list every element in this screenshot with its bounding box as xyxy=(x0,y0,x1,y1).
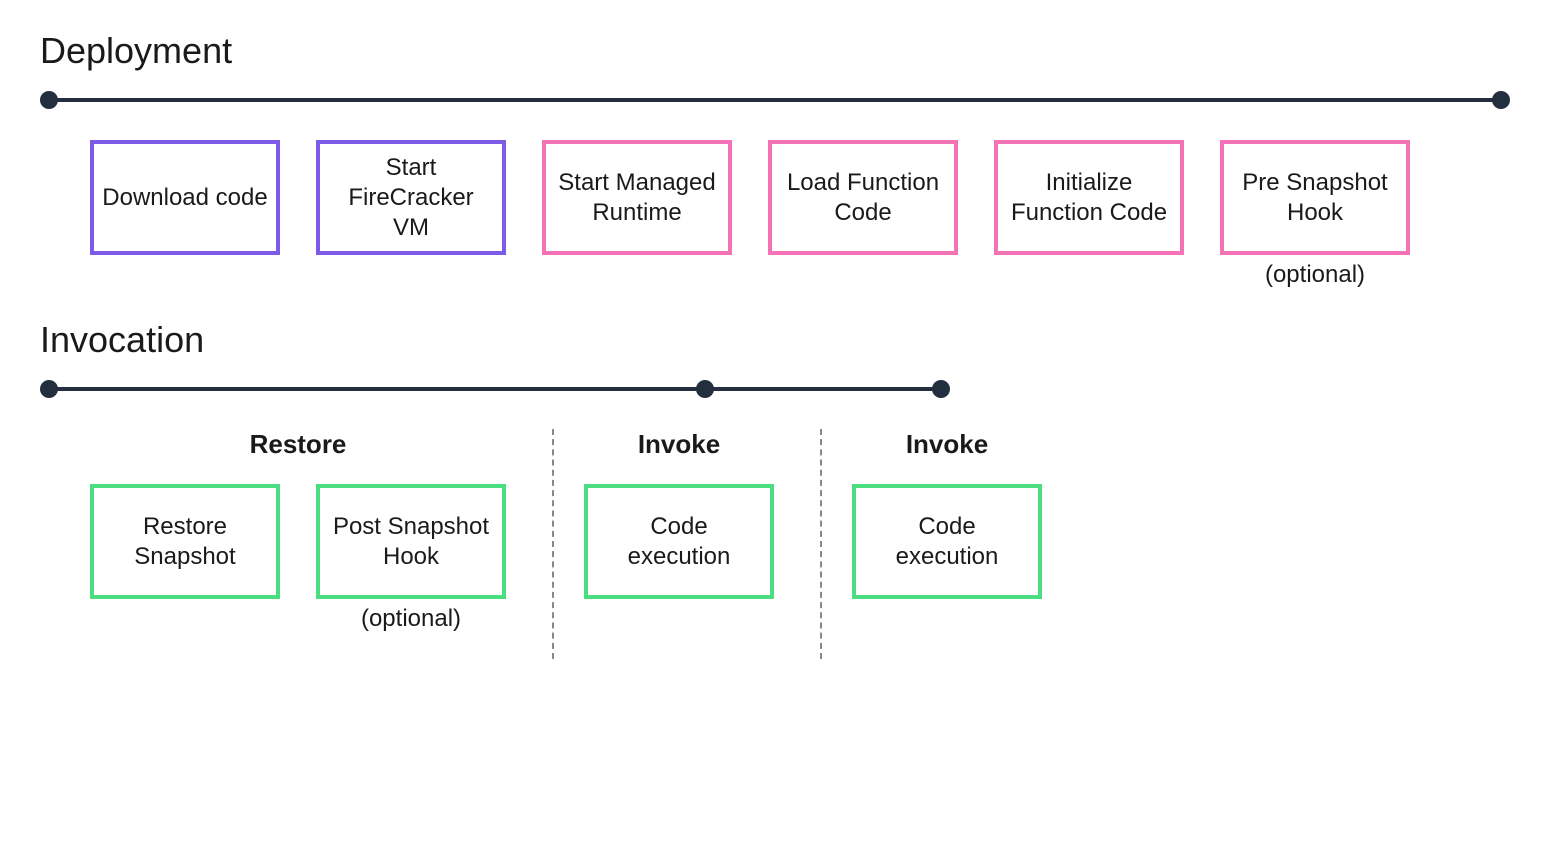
step-post-snapshot-hook: Post Snapshot Hook xyxy=(316,484,506,599)
step-download-code: Download code xyxy=(90,140,280,255)
invocation-title: Invocation xyxy=(40,319,1520,361)
deployment-title: Deployment xyxy=(40,30,1520,72)
phase-restore: Restore Restore Snapshot Post Snapshot H… xyxy=(90,429,534,633)
step-load-function-code: Load Function Code xyxy=(768,140,958,255)
step-post-snapshot-hook-caption: (optional) xyxy=(316,605,506,633)
phase-invoke-2: Invoke Code execution xyxy=(840,429,1070,599)
invocation-timeline xyxy=(40,379,950,399)
step-start-managed-runtime: Start Managed Runtime xyxy=(542,140,732,255)
phase-invoke-1-title: Invoke xyxy=(638,429,720,460)
phase-divider xyxy=(820,429,822,659)
step-start-firecracker-vm: Start FireCracker VM xyxy=(316,140,506,255)
phase-divider xyxy=(552,429,554,659)
step-restore-snapshot: Restore Snapshot xyxy=(90,484,280,599)
phase-invoke-1: Invoke Code execution xyxy=(572,429,802,599)
step-code-execution-2: Code execution xyxy=(852,484,1042,599)
step-code-execution-1: Code execution xyxy=(584,484,774,599)
phase-invoke-2-title: Invoke xyxy=(906,429,988,460)
step-pre-snapshot-hook: Pre Snapshot Hook xyxy=(1220,140,1410,255)
invocation-phases: Restore Restore Snapshot Post Snapshot H… xyxy=(40,429,1520,659)
step-pre-snapshot-hook-caption: (optional) xyxy=(1220,261,1410,289)
deployment-steps: Download code Start FireCracker VM Start… xyxy=(40,140,1520,289)
deployment-timeline xyxy=(40,90,1510,110)
step-initialize-function-code: Initialize Function Code xyxy=(994,140,1184,255)
phase-restore-title: Restore xyxy=(250,429,347,460)
